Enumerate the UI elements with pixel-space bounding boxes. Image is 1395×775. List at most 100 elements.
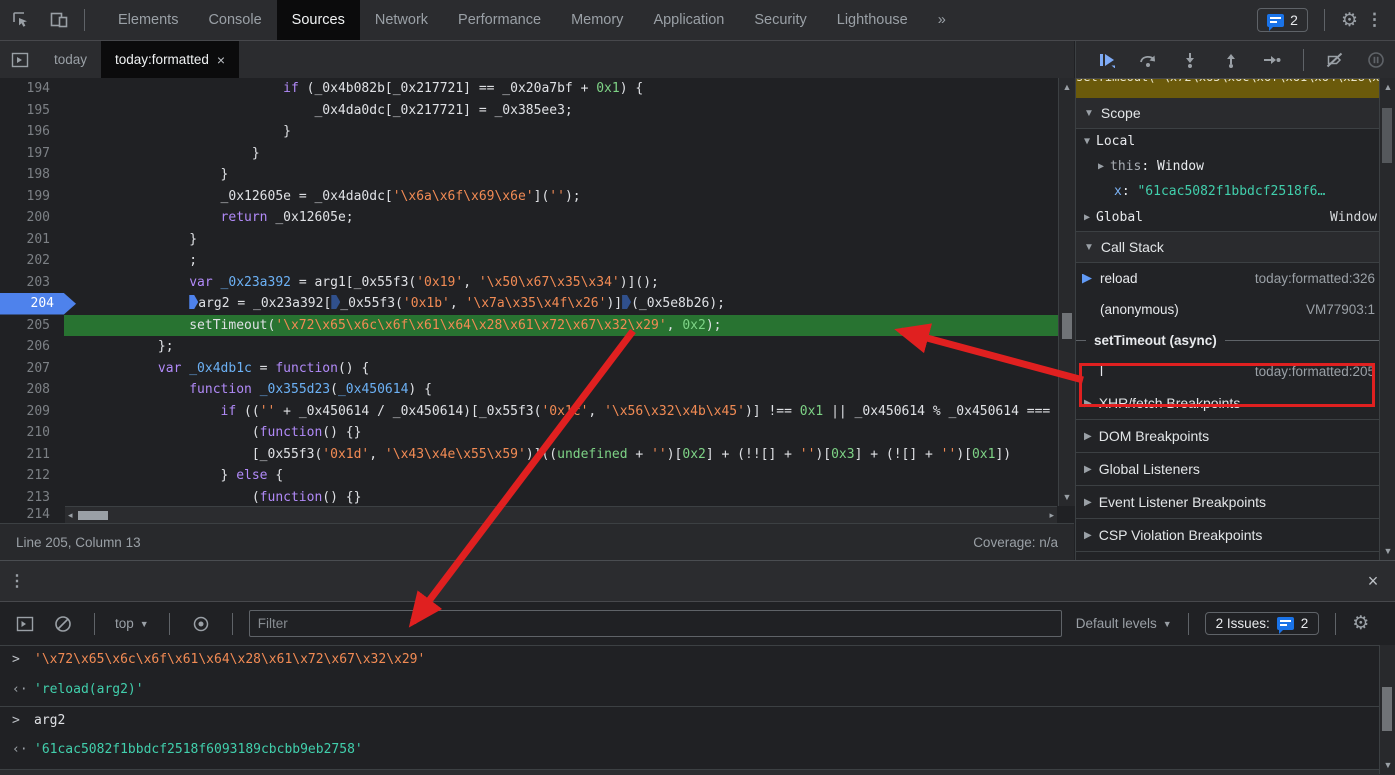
scrollbar-thumb[interactable]	[78, 511, 108, 520]
console-input-row[interactable]: >arg2	[0, 706, 1395, 736]
editor-horizontal-scrollbar[interactable]: ◂ ▸	[65, 506, 1057, 524]
line-number[interactable]: 211	[0, 444, 64, 466]
console-settings-gear-icon[interactable]: ⚙	[1352, 614, 1369, 633]
pause-on-exceptions-icon[interactable]	[1358, 46, 1395, 74]
line-number[interactable]: 207	[0, 358, 64, 380]
more-tabs-button[interactable]: »	[923, 0, 961, 40]
code-line: 211 [_0x55f3('0x1d', '\x43\x4e\x55\x59')…	[0, 444, 1074, 466]
callstack-frame[interactable]: ltoday:formatted:205	[1076, 356, 1395, 387]
line-number[interactable]: 209	[0, 401, 64, 423]
line-number[interactable]: 199	[0, 186, 64, 208]
callstack-frame[interactable]: (anonymous)VM77903:1	[1076, 294, 1395, 325]
javascript-context-selector[interactable]: top ▼	[111, 616, 153, 631]
issues-count: 2	[1301, 616, 1309, 631]
scroll-up-icon[interactable]: ▲	[1059, 80, 1075, 94]
inspect-element-icon[interactable]	[4, 6, 38, 34]
section-event-listener-breakpoints[interactable]: ▶Event Listener Breakpoints	[1076, 486, 1395, 519]
tab-memory[interactable]: Memory	[556, 0, 638, 40]
inline-breakpoint-icon[interactable]	[189, 295, 198, 309]
show-navigator-icon[interactable]	[0, 41, 40, 78]
clear-console-icon[interactable]	[48, 611, 78, 637]
tab-console[interactable]: Console	[193, 0, 276, 40]
line-number[interactable]: 201	[0, 229, 64, 251]
console-filter-input[interactable]	[249, 610, 1062, 637]
scroll-down-icon[interactable]: ▼	[1059, 490, 1075, 504]
deactivate-breakpoints-icon[interactable]	[1316, 46, 1353, 74]
tab-security[interactable]: Security	[739, 0, 821, 40]
scrollbar-thumb[interactable]	[1382, 108, 1392, 163]
scroll-down-icon[interactable]: ▼	[1380, 758, 1395, 772]
callstack-section-header[interactable]: ▼ Call Stack	[1076, 232, 1395, 263]
section-csp-violation-breakpoints[interactable]: ▶CSP Violation Breakpoints	[1076, 519, 1395, 552]
scope-local-row[interactable]: ▼ Local	[1076, 129, 1395, 154]
section-dom-breakpoints[interactable]: ▶DOM Breakpoints	[1076, 420, 1395, 453]
line-number[interactable]: 202	[0, 250, 64, 272]
log-levels-selector[interactable]: Default levels ▼	[1076, 616, 1172, 631]
tab-performance[interactable]: Performance	[443, 0, 556, 40]
section-global-listeners[interactable]: ▶Global Listeners	[1076, 453, 1395, 486]
section-xhr-fetch-breakpoints[interactable]: ▶XHR/fetch Breakpoints	[1076, 387, 1395, 420]
close-tab-icon[interactable]: ×	[217, 52, 225, 68]
more-options-kebab-icon[interactable]: ⋮	[1366, 10, 1383, 30]
issues-badge[interactable]: 2	[1257, 8, 1308, 32]
tab-elements[interactable]: Elements	[103, 0, 193, 40]
close-drawer-icon[interactable]: ×	[1351, 561, 1395, 601]
device-toolbar-icon[interactable]	[42, 6, 76, 34]
scope-section-header[interactable]: ▼ Scope	[1076, 98, 1395, 129]
line-number[interactable]: 210	[0, 422, 64, 444]
console-input-row[interactable]: >'\x72\x65\x6c\x6f\x61\x64\x28\x61\x72\x…	[0, 646, 1395, 676]
file-tab-today-formatted[interactable]: today:formatted×	[101, 41, 239, 78]
callstack-frame[interactable]: reloadtoday:formatted:326	[1076, 263, 1395, 294]
console-vertical-scrollbar[interactable]: ▼	[1379, 645, 1395, 774]
live-expression-eye-icon[interactable]	[186, 611, 216, 637]
step-icon[interactable]	[1254, 46, 1291, 74]
tab-sources[interactable]: Sources	[277, 0, 360, 40]
chevron-right-icon: ▶	[1084, 431, 1092, 442]
inline-breakpoint-icon[interactable]	[331, 295, 340, 309]
settings-gear-icon[interactable]: ⚙	[1341, 11, 1358, 30]
line-number[interactable]: 214	[0, 506, 64, 523]
line-number[interactable]: 206	[0, 336, 64, 358]
line-number[interactable]: 212	[0, 465, 64, 487]
tab-application[interactable]: Application	[638, 0, 739, 40]
active-breakpoint-entry[interactable]: setTimeout('\x72\x65\x6c\x6f\x61\x64\x28…	[1076, 79, 1395, 98]
step-over-icon[interactable]	[1129, 46, 1166, 74]
line-number[interactable]: 198	[0, 164, 64, 186]
editor-vertical-scrollbar[interactable]: ▲ ▼	[1058, 78, 1075, 506]
tab-lighthouse[interactable]: Lighthouse	[822, 0, 923, 40]
line-number[interactable]: 195	[0, 100, 64, 122]
line-number[interactable]: 196	[0, 121, 64, 143]
scroll-right-icon[interactable]: ▸	[1049, 507, 1054, 524]
step-out-icon[interactable]	[1212, 46, 1249, 74]
issues-bubble-icon	[1277, 617, 1294, 630]
console-result-row[interactable]: ‹·'61cac5082f1bbdcf2518f6093189cbcbb9eb2…	[0, 736, 1395, 766]
resume-script-icon[interactable]	[1088, 46, 1125, 74]
line-number[interactable]: 205	[0, 315, 64, 337]
line-number[interactable]: 204	[0, 293, 76, 315]
code-editor[interactable]: 194 if (_0x4b082b[_0x217721] == _0x20a7b…	[0, 78, 1074, 523]
console-issues-badge[interactable]: 2 Issues: 2	[1205, 612, 1320, 635]
line-number[interactable]: 213	[0, 487, 64, 509]
scrollbar-thumb[interactable]	[1382, 687, 1392, 731]
scope-x-row[interactable]: x: "61cac5082f1bbdcf2518f6…	[1076, 179, 1395, 204]
line-number[interactable]: 200	[0, 207, 64, 229]
step-into-icon[interactable]	[1171, 46, 1208, 74]
show-console-sidebar-icon[interactable]	[10, 611, 40, 637]
console-result-row[interactable]: ‹·'reload(arg2)'	[0, 676, 1395, 706]
scope-global-row[interactable]: ▶ Global Window	[1076, 204, 1395, 232]
line-number[interactable]: 197	[0, 143, 64, 165]
line-number[interactable]: 203	[0, 272, 64, 294]
inline-breakpoint-icon[interactable]	[622, 295, 631, 309]
scroll-up-icon[interactable]: ▲	[1380, 80, 1395, 94]
scroll-down-icon[interactable]: ▼	[1380, 544, 1395, 558]
drawer-kebab-icon[interactable]: ⋮	[0, 561, 34, 601]
code-line: 195 _0x4da0dc[_0x217721] = _0x385ee3;	[0, 100, 1074, 122]
scrollbar-thumb[interactable]	[1062, 313, 1072, 339]
file-tab-today[interactable]: today	[40, 41, 101, 78]
tab-network[interactable]: Network	[360, 0, 443, 40]
line-number[interactable]: 208	[0, 379, 64, 401]
scope-this-row[interactable]: ▶ this: Window	[1076, 154, 1395, 179]
sidebar-vertical-scrollbar[interactable]: ▲ ▼	[1379, 78, 1395, 560]
scroll-left-icon[interactable]: ◂	[68, 507, 73, 524]
line-number[interactable]: 194	[0, 78, 64, 100]
